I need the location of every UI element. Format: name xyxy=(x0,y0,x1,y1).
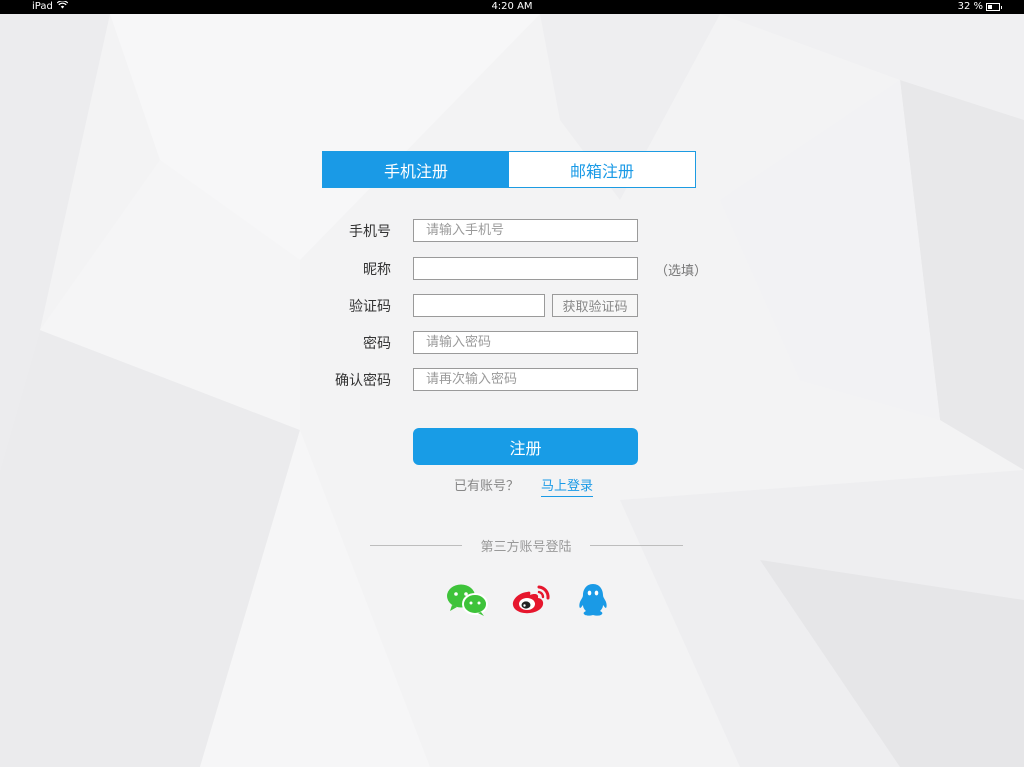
divider-left xyxy=(370,545,462,546)
get-code-button[interactable]: 获取验证码 xyxy=(552,294,638,317)
have-account-text: 已有账号？ xyxy=(454,479,520,494)
register-panel: 手机注册 邮箱注册 手机号 昵称 （选填） 验证码 获取验证码 密码 确认密码 … xyxy=(0,0,1024,767)
phone-input[interactable] xyxy=(413,219,638,242)
code-input[interactable] xyxy=(413,294,545,317)
battery-icon xyxy=(986,2,1002,11)
status-right: 32 % xyxy=(957,0,1002,13)
nickname-label: 昵称 xyxy=(363,262,391,278)
qq-icon[interactable] xyxy=(577,582,609,622)
phone-label: 手机号 xyxy=(349,224,391,240)
nickname-optional-hint: （选填） xyxy=(655,264,708,279)
login-now-link[interactable]: 马上登录 xyxy=(541,475,594,497)
battery-percent: 32 % xyxy=(957,1,983,12)
divider-right xyxy=(590,545,683,546)
register-tabs: 手机注册 邮箱注册 xyxy=(322,151,696,188)
weibo-icon[interactable] xyxy=(511,583,551,619)
tab-phone-register[interactable]: 手机注册 xyxy=(323,152,509,187)
password-label: 密码 xyxy=(363,336,391,352)
register-button[interactable]: 注册 xyxy=(413,428,638,465)
wechat-icon[interactable] xyxy=(446,583,488,621)
third-party-label: 第三方账号登陆 xyxy=(480,540,572,555)
confirm-password-input[interactable] xyxy=(413,368,638,391)
status-bar: iPad 4:20 AM 32 % xyxy=(0,0,1024,14)
password-input[interactable] xyxy=(413,331,638,354)
nickname-input[interactable] xyxy=(413,257,638,280)
status-time: 4:20 AM xyxy=(491,1,533,12)
code-label: 验证码 xyxy=(349,299,391,315)
tab-email-register[interactable]: 邮箱注册 xyxy=(509,152,695,187)
confirm-password-label: 确认密码 xyxy=(335,373,391,389)
